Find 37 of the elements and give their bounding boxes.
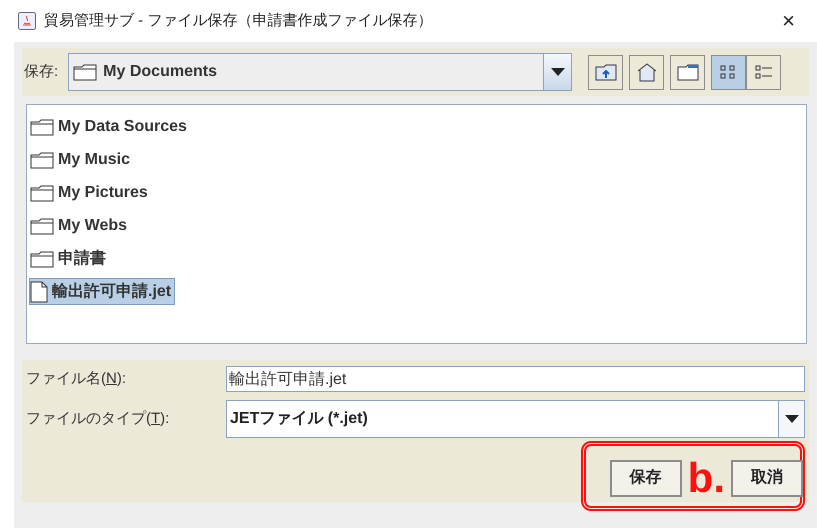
file-name-label: ファイル名(N): xyxy=(26,370,126,387)
details-view-icon xyxy=(754,63,774,81)
file-list-item[interactable]: My Webs xyxy=(29,212,132,239)
save-in-label: 保存: xyxy=(24,62,58,82)
folder-icon xyxy=(30,250,54,268)
document-icon xyxy=(30,280,48,302)
folder-up-icon xyxy=(594,63,617,81)
home-icon xyxy=(636,62,658,82)
window-title: 貿易管理サブ - ファイル保存（申請書作成ファイル保存） xyxy=(44,10,434,31)
caret-icon xyxy=(550,68,565,76)
file-type-dropdown[interactable]: JETファイル (*.jet) xyxy=(226,400,805,438)
toolbar-button[interactable] xyxy=(711,54,746,90)
file-type-label: ファイルのタイプ(T): xyxy=(26,410,170,427)
file-list-item[interactable]: My Music xyxy=(29,146,134,173)
toolbar-button[interactable] xyxy=(746,54,782,90)
folder-icon xyxy=(30,118,54,136)
close-button[interactable]: × xyxy=(778,10,799,32)
file-list-item[interactable]: 申請書 xyxy=(29,245,110,272)
folder-icon xyxy=(30,216,54,234)
file-name-field[interactable]: 輸出許可申請.jet xyxy=(226,366,805,392)
annotation-label: b. xyxy=(688,457,725,499)
folder-icon xyxy=(73,63,98,81)
app-icon xyxy=(18,12,36,30)
cancel-button[interactable]: 取消 xyxy=(731,460,803,496)
save-in-value: My Documents xyxy=(103,62,217,82)
toolbar-button[interactable] xyxy=(588,54,624,90)
folder-icon xyxy=(30,184,54,202)
file-list-item[interactable]: My Pictures xyxy=(29,179,152,206)
file-list-item[interactable]: 輸出許可申請.jet xyxy=(29,278,176,305)
folder-icon xyxy=(676,63,699,81)
caret-icon xyxy=(784,415,798,423)
file-list-item[interactable]: My Data Sources xyxy=(29,113,191,140)
save-button[interactable]: 保存 xyxy=(610,460,682,496)
folder-icon xyxy=(30,150,54,168)
save-in-dropdown[interactable]: My Documents xyxy=(68,53,572,91)
toolbar-button[interactable] xyxy=(670,54,706,90)
toolbar-button[interactable] xyxy=(629,54,664,90)
